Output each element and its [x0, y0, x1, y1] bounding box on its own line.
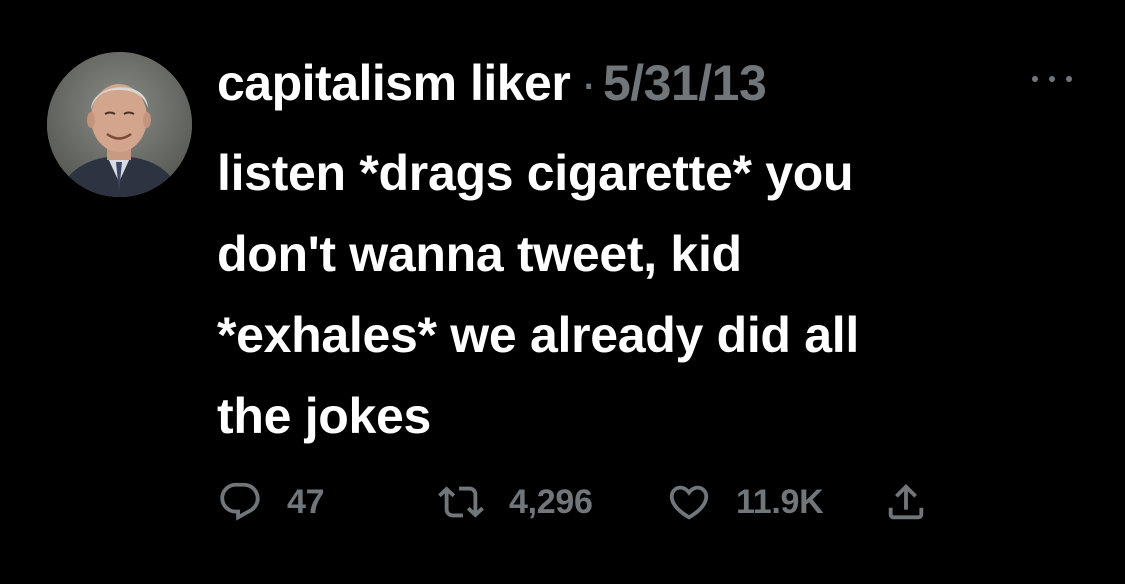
reply-button[interactable]: 47	[217, 472, 325, 532]
share-upload-icon	[883, 479, 929, 525]
more-horizontal-icon[interactable]	[1030, 64, 1086, 94]
more-dot	[1049, 76, 1055, 82]
retweet-button[interactable]: 4,296	[437, 472, 593, 532]
header-separator: ·	[580, 55, 597, 111]
tweet-text-line: listen *drags cigarette* you	[217, 145, 854, 201]
tweet-actions: 47 4,296 11.9K	[217, 472, 977, 532]
retweet-count: 4,296	[509, 482, 593, 521]
retweet-arrows-icon	[437, 479, 485, 525]
display-name[interactable]: capitalism liker	[217, 54, 571, 112]
avatar-photo	[47, 52, 192, 197]
like-button[interactable]: 11.9K	[666, 472, 824, 532]
reply-bubble-icon	[217, 479, 263, 525]
tweet-text-line: don't wanna tweet, kid	[217, 226, 742, 282]
more-dot	[1032, 76, 1038, 82]
share-button[interactable]	[883, 472, 929, 532]
timestamp[interactable]: 5/31/13	[603, 54, 767, 112]
tweet-text: listen *drags cigarette* you don't wanna…	[217, 133, 1077, 457]
tweet-header: capitalism liker · 5/31/13	[217, 52, 767, 114]
avatar[interactable]	[47, 52, 192, 197]
more-dot	[1066, 76, 1072, 82]
tweet-text-line: *exhales* we already did all	[217, 307, 859, 363]
tweet-text-line: the jokes	[217, 388, 432, 444]
tweet-card[interactable]: capitalism liker · 5/31/13 listen *drags…	[0, 0, 1125, 584]
heart-outline-icon	[666, 479, 712, 525]
like-count: 11.9K	[736, 482, 824, 521]
reply-count: 47	[287, 482, 325, 521]
